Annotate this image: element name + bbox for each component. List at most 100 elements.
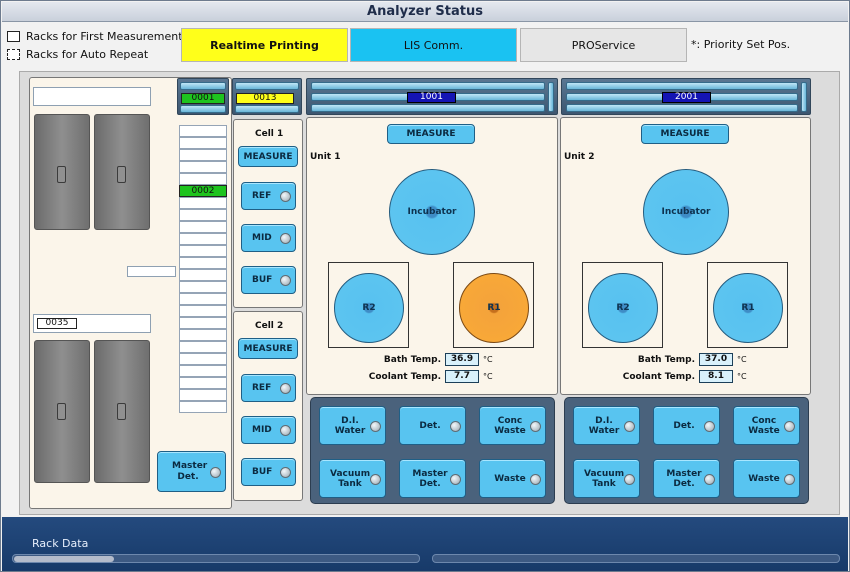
sample-tube-slot[interactable] bbox=[179, 305, 227, 317]
sample-tube-slot[interactable] bbox=[179, 341, 227, 353]
sample-tube-slot[interactable] bbox=[179, 173, 227, 185]
sample-tube-slot[interactable] bbox=[179, 293, 227, 305]
unit-1-coolant-unit: °C bbox=[483, 372, 493, 381]
unit-2-header: 2001 bbox=[561, 78, 811, 115]
unit-2-measure-button[interactable]: MEASURE bbox=[641, 124, 729, 144]
buf-label: BUF bbox=[252, 275, 273, 285]
sample-tube-slot[interactable] bbox=[179, 329, 227, 341]
sample-tube-slot[interactable] bbox=[179, 353, 227, 365]
sample-tube-slot[interactable] bbox=[179, 161, 227, 173]
rack-top-id-field bbox=[33, 87, 151, 106]
rack-slot-2[interactable] bbox=[94, 114, 150, 230]
sample-tube-slot[interactable] bbox=[179, 257, 227, 269]
unit-1-reagent-button[interactable]: D.I. Water bbox=[319, 406, 386, 445]
cell-1-mid-button[interactable]: MID bbox=[241, 224, 296, 252]
rack-handle bbox=[57, 403, 66, 420]
mid-label: MID bbox=[252, 425, 272, 435]
status-lamp-icon bbox=[624, 420, 635, 432]
priority-note: *: Priority Set Pos. bbox=[691, 38, 791, 51]
unit-1-reagent-button[interactable]: Conc Waste bbox=[479, 406, 546, 445]
unit-1-r2[interactable]: R2 bbox=[334, 273, 404, 343]
unit-2-r2[interactable]: R2 bbox=[588, 273, 658, 343]
header-strip bbox=[180, 82, 226, 90]
reagent-label: Vacuum Tank bbox=[330, 468, 371, 489]
unit-1-reagent-button[interactable]: Det. bbox=[399, 406, 466, 445]
sample-tube-slot[interactable] bbox=[179, 401, 227, 413]
status-lamp-icon bbox=[280, 275, 291, 286]
sample-tube-slot[interactable] bbox=[179, 125, 227, 137]
incubator-label: Incubator bbox=[407, 207, 457, 217]
rack-data-scrollbar-right[interactable] bbox=[432, 554, 840, 563]
cell-2-ref-button[interactable]: REF bbox=[241, 374, 296, 402]
reagent-label: Det. bbox=[673, 420, 695, 431]
cell-1-ref-button[interactable]: REF bbox=[241, 182, 296, 210]
unit-1-reagent-button[interactable]: Vacuum Tank bbox=[319, 459, 386, 498]
unit-2-reagent-button[interactable]: Conc Waste bbox=[733, 406, 800, 445]
sample-tube-slot[interactable] bbox=[179, 197, 227, 209]
unit-1-reagent-button[interactable]: Waste bbox=[479, 459, 546, 498]
unit-2-reagent-button[interactable]: Vacuum Tank bbox=[573, 459, 640, 498]
mid-label: MID bbox=[252, 233, 272, 243]
sample-tube-slot[interactable] bbox=[179, 365, 227, 377]
unit-1-header: 1001 bbox=[306, 78, 558, 115]
r1-label: R1 bbox=[741, 303, 755, 313]
sampler-header: 0001 bbox=[177, 78, 229, 115]
cell-2-mid-button[interactable]: MID bbox=[241, 416, 296, 444]
rack-bottom-id: 0035 bbox=[37, 318, 77, 329]
unit-2-coolant-label: Coolant Temp. bbox=[622, 372, 695, 382]
unit-1-header-id: 1001 bbox=[407, 92, 456, 103]
unit-1-measure-button[interactable]: MEASURE bbox=[387, 124, 475, 144]
sample-tube-slot[interactable] bbox=[179, 269, 227, 281]
header-strip bbox=[235, 82, 299, 90]
status-lamp-icon bbox=[704, 420, 715, 432]
rack-slot-1[interactable] bbox=[34, 114, 90, 230]
status-lamp-icon bbox=[784, 420, 795, 432]
cell-2-measure-button[interactable]: MEASURE bbox=[238, 338, 298, 359]
sample-tube-slot[interactable] bbox=[179, 233, 227, 245]
rack-data-scrollbar-left[interactable] bbox=[12, 554, 420, 563]
legend-first-label: Racks for First Measurement bbox=[26, 30, 183, 43]
unit-1-incubator[interactable]: Incubator bbox=[389, 169, 475, 255]
header-strip bbox=[566, 82, 798, 90]
unit-2-reagent-button[interactable]: D.I. Water bbox=[573, 406, 640, 445]
sample-tube-id[interactable]: 0002 bbox=[179, 185, 227, 197]
realtime-printing-button[interactable]: Realtime Printing bbox=[181, 28, 348, 62]
unit-2-coolant-value: 8.1 bbox=[699, 370, 733, 383]
sample-tube-slot[interactable] bbox=[179, 245, 227, 257]
status-lamp-icon bbox=[784, 473, 795, 485]
cell-1-measure-button[interactable]: MEASURE bbox=[238, 146, 298, 167]
sample-tube-slot[interactable] bbox=[179, 221, 227, 233]
analyzer-status-window: Analyzer Status Racks for First Measurem… bbox=[0, 0, 850, 572]
sample-tube-slot[interactable] bbox=[179, 209, 227, 221]
sample-tube-slot[interactable] bbox=[179, 389, 227, 401]
unit-2-incubator[interactable]: Incubator bbox=[643, 169, 729, 255]
cell-1-title: Cell 1 bbox=[255, 129, 284, 139]
unit-1-reagent-button[interactable]: Master Det. bbox=[399, 459, 466, 498]
unit-2-reagent-button[interactable]: Det. bbox=[653, 406, 720, 445]
sample-tube-slot[interactable] bbox=[179, 149, 227, 161]
sample-tube-slot[interactable] bbox=[179, 137, 227, 149]
unit-1-r1[interactable]: R1 bbox=[459, 273, 529, 343]
rack-slot-4[interactable] bbox=[94, 340, 150, 483]
status-lamp-icon bbox=[370, 473, 381, 485]
reagent-label: Waste bbox=[494, 473, 526, 484]
reagent-label: Vacuum Tank bbox=[584, 468, 625, 489]
unit-2-panel bbox=[560, 117, 811, 395]
lis-comm-button[interactable]: LIS Comm. bbox=[350, 28, 517, 62]
header-strip bbox=[235, 105, 299, 113]
unit-2-r1[interactable]: R1 bbox=[713, 273, 783, 343]
proservice-button[interactable]: PROService bbox=[520, 28, 687, 62]
cell-1-buf-button[interactable]: BUF bbox=[241, 266, 296, 294]
sample-tube-slot[interactable] bbox=[179, 377, 227, 389]
scrollbar-thumb[interactable] bbox=[14, 556, 114, 562]
incubator-label: Incubator bbox=[661, 207, 711, 217]
unit-2-reagent-button[interactable]: Master Det. bbox=[653, 459, 720, 498]
unit-1-coolant-value: 7.7 bbox=[445, 370, 479, 383]
sample-tube-slot[interactable] bbox=[179, 281, 227, 293]
legend-first-measurement: Racks for First Measurement bbox=[7, 30, 183, 43]
unit-2-reagent-button[interactable]: Waste bbox=[733, 459, 800, 498]
rack-slot-3[interactable] bbox=[34, 340, 90, 483]
sample-tube-slot[interactable] bbox=[179, 317, 227, 329]
master-det-button-left[interactable]: Master Det. bbox=[157, 451, 226, 492]
cell-2-buf-button[interactable]: BUF bbox=[241, 458, 296, 486]
